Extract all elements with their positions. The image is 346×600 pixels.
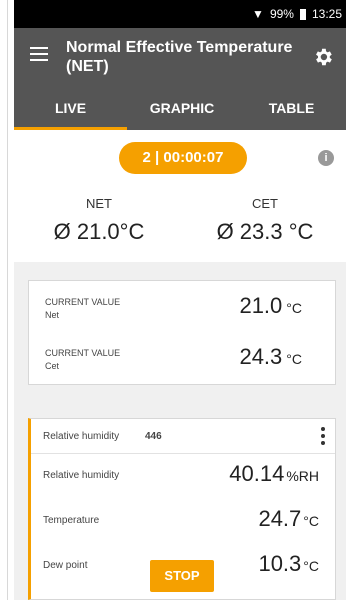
current-values-card: CURRENT VALUE Net 21.0 °C CURRENT VALUE C… xyxy=(28,280,336,385)
current-cet-unit: °C xyxy=(286,351,302,367)
current-value-sub: Cet xyxy=(45,361,60,371)
cet-value: Ø 23.3 °C xyxy=(216,219,314,244)
current-value-sub: Net xyxy=(45,310,60,320)
current-value-row: CURRENT VALUE Net 21.0 °C xyxy=(29,285,335,330)
app-bar: Normal Effective Temperature (NET) xyxy=(14,28,346,87)
current-value-label: CURRENT VALUE xyxy=(45,297,121,307)
current-net-unit: °C xyxy=(286,300,302,316)
stop-button[interactable]: STOP xyxy=(150,560,214,592)
sensor-row-value: 24.7 °C xyxy=(258,506,319,532)
cet-label: CET xyxy=(252,196,278,211)
cet-metric: CET Ø 23.3 °C xyxy=(190,196,340,245)
more-options-icon[interactable] xyxy=(321,427,325,445)
current-value-number: 21.0 °C xyxy=(239,293,302,319)
sensor-row-label: Dew point xyxy=(43,560,88,571)
sensor-row: Relative humidity 40.14 %RH xyxy=(31,459,335,503)
humidity-value: 40.14 xyxy=(229,461,285,486)
measurement-timer[interactable]: 2 | 00:00:07 xyxy=(119,142,247,174)
content-area: 2 | 00:00:07 i NET Ø 21.0°C CET Ø 23.3 °… xyxy=(14,130,346,600)
tab-graphic[interactable]: GRAPHIC xyxy=(127,87,237,130)
sensor-row-label: Relative humidity xyxy=(43,470,120,481)
sensor-name: Relative humidity xyxy=(43,431,120,442)
page-title: Normal Effective Temperature (NET) xyxy=(66,38,296,76)
gear-icon[interactable] xyxy=(312,46,334,68)
info-icon[interactable]: i xyxy=(318,150,334,166)
wifi-icon: ▼ xyxy=(252,7,264,21)
menu-icon[interactable] xyxy=(30,47,48,61)
sensor-row-value: 10.3 °C xyxy=(258,551,319,577)
temperature-unit: °C xyxy=(303,513,319,529)
sensor-row-label: Temperature xyxy=(43,515,100,526)
summary-panel: 2 | 00:00:07 i NET Ø 21.0°C CET Ø 23.3 °… xyxy=(14,130,346,262)
page-title-line1: Normal Effective Temperature xyxy=(66,39,293,56)
page-title-line2: (NET) xyxy=(66,58,109,75)
dew-point-value: 10.3 xyxy=(258,551,302,576)
sensor-row: Temperature 24.7 °C xyxy=(31,504,335,548)
net-label: NET xyxy=(86,196,112,211)
current-cet-value: 24.3 xyxy=(239,344,283,369)
current-value-row: CURRENT VALUE Cet 24.3 °C xyxy=(29,336,335,381)
current-value-number: 24.3 °C xyxy=(239,344,302,370)
status-bar: ▼ 99% 13:25 xyxy=(14,0,346,28)
sensor-header: Relative humidity 446 xyxy=(31,419,335,454)
sensor-id: 446 xyxy=(145,431,162,442)
sensor-row-value: 40.14 %RH xyxy=(229,461,319,487)
dew-point-unit: °C xyxy=(303,558,319,574)
humidity-unit: %RH xyxy=(286,468,319,484)
net-metric: NET Ø 21.0°C xyxy=(24,196,174,245)
temperature-value: 24.7 xyxy=(258,506,302,531)
clock: 13:25 xyxy=(311,7,342,21)
tab-table[interactable]: TABLE xyxy=(237,87,346,130)
app-screen: ▼ 99% 13:25 Normal Effective Temperature… xyxy=(0,0,346,600)
net-value: Ø 21.0°C xyxy=(53,219,145,244)
tab-live[interactable]: LIVE xyxy=(14,87,127,130)
current-value-label: CURRENT VALUE xyxy=(45,348,121,358)
left-edge xyxy=(0,0,8,600)
current-net-value: 21.0 xyxy=(239,293,283,318)
battery-icon xyxy=(299,8,306,20)
battery-percent: 99% xyxy=(269,7,294,21)
tab-bar: LIVE GRAPHIC TABLE xyxy=(14,87,346,130)
